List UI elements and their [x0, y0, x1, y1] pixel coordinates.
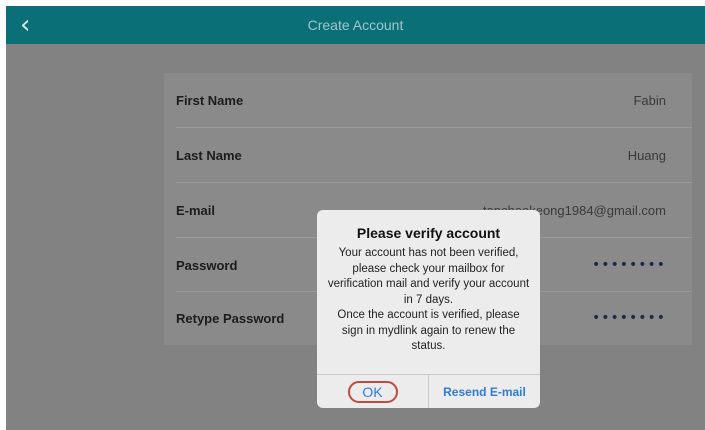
page-title: Create Account — [307, 17, 404, 33]
navigation-bar: ‹ Create Account — [6, 6, 705, 44]
alert-title: Please verify account — [356, 225, 501, 241]
alert-button-bar: OK Resend E-mail — [317, 374, 540, 408]
last-name-row[interactable]: Last Name Huang — [164, 128, 692, 182]
first-name-row[interactable]: First Name Fabin — [164, 73, 692, 127]
verify-account-alert: Please verify account Your account has n… — [317, 210, 540, 408]
screen: ‹ Create Account First Name Fabin Last N… — [6, 6, 705, 430]
last-name-label: Last Name — [176, 147, 242, 163]
retype-password-field[interactable]: •••••••• — [592, 310, 666, 326]
chevron-left-icon[interactable]: ‹ — [20, 12, 40, 38]
ok-button[interactable]: OK — [347, 381, 398, 403]
first-name-field[interactable]: Fabin — [633, 93, 666, 108]
resend-email-button[interactable]: Resend E-mail — [429, 375, 540, 408]
email-label: E-mail — [176, 202, 216, 218]
last-name-field[interactable]: Huang — [628, 148, 666, 163]
password-field[interactable]: •••••••• — [592, 257, 666, 273]
alert-message: Your account has not been verified, plea… — [327, 247, 530, 352]
ok-button-cell[interactable]: OK — [317, 375, 429, 408]
password-label: Password — [176, 257, 238, 273]
first-name-label: First Name — [176, 92, 244, 108]
retype-password-label: Retype Password — [176, 310, 285, 326]
